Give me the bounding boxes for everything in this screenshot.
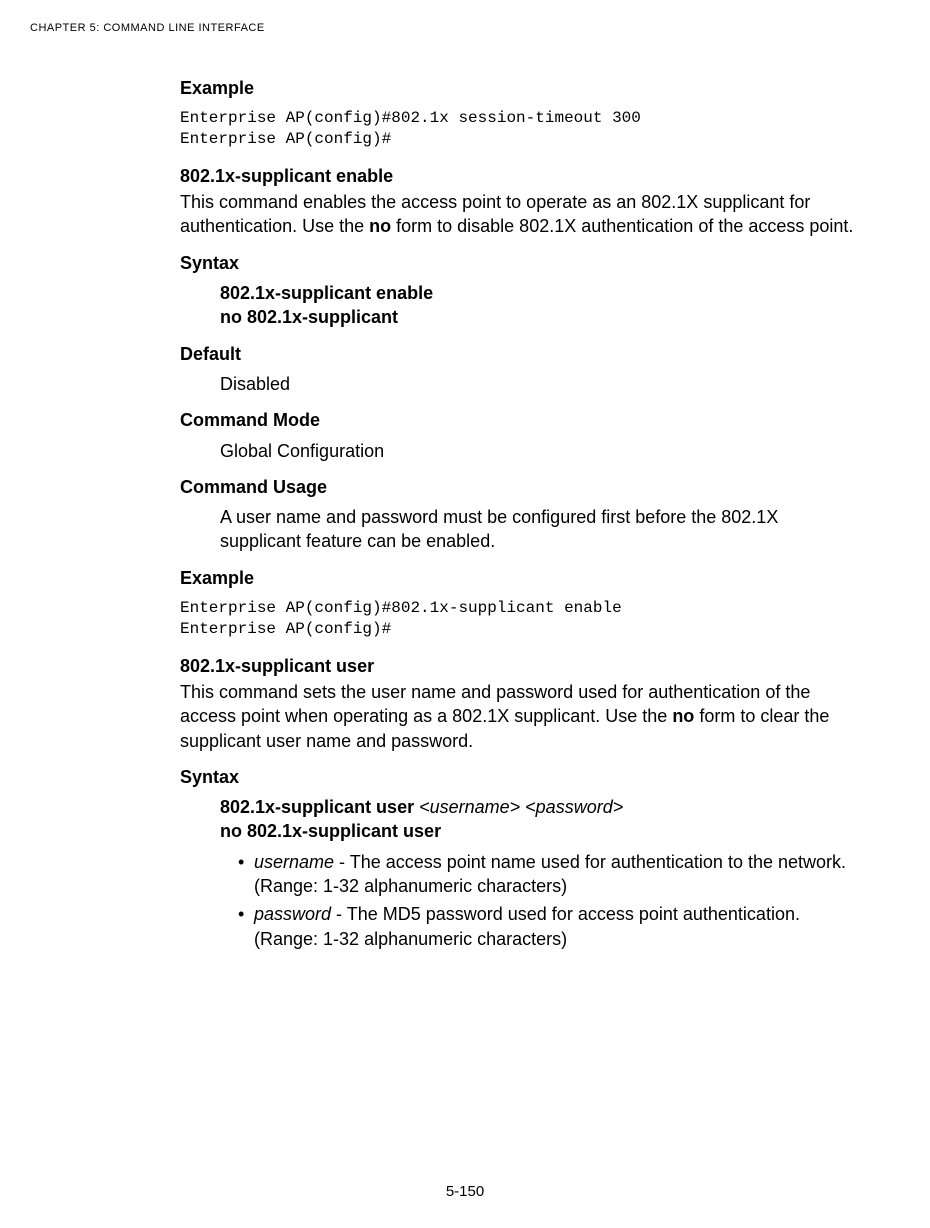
page-content: Example Enterprise AP(config)#802.1x ses…	[0, 34, 930, 951]
parameter-password: password - The MD5 password used for acc…	[238, 902, 855, 951]
parameter-username: username - The access point name used fo…	[238, 850, 855, 899]
syntax-heading-1: Syntax	[180, 251, 855, 275]
command-mode-heading: Command Mode	[180, 408, 855, 432]
param-desc-username: - The access point name used for authent…	[254, 852, 846, 896]
desc-post-1: form to disable 802.1X authentication of…	[391, 216, 853, 236]
syntax-heading-2: Syntax	[180, 765, 855, 789]
example-heading-1: Example	[180, 76, 855, 100]
page-footer: 5-150	[0, 1183, 930, 1200]
param-desc-password: - The MD5 password used for access point…	[254, 904, 800, 948]
syntax-line-1b: no 802.1x-supplicant	[220, 305, 855, 329]
code-block-2: Enterprise AP(config)#802.1x-supplicant …	[180, 598, 855, 640]
chapter-header: CHAPTER 5: COMMAND LINE INTERFACE	[0, 0, 930, 34]
command-usage-heading: Command Usage	[180, 475, 855, 499]
param-name-password: password	[254, 904, 331, 924]
syntax-block-1: 802.1x-supplicant enable no 802.1x-suppl…	[180, 281, 855, 330]
desc-bold-1: no	[369, 216, 391, 236]
command-title-supplicant-user: 802.1x-supplicant user	[180, 654, 855, 678]
syntax-italic-part: <username> <password>	[419, 797, 623, 817]
command-description-1: This command enables the access point to…	[180, 190, 855, 239]
param-name-username: username	[254, 852, 334, 872]
command-description-2: This command sets the user name and pass…	[180, 680, 855, 753]
default-heading: Default	[180, 342, 855, 366]
syntax-block-2: 802.1x-supplicant user <username> <passw…	[180, 795, 855, 844]
desc-bold-2: no	[672, 706, 694, 726]
example-heading-2: Example	[180, 566, 855, 590]
syntax-bold-part: 802.1x-supplicant user	[220, 797, 419, 817]
syntax-line-1a: 802.1x-supplicant enable	[220, 281, 855, 305]
command-title-supplicant-enable: 802.1x-supplicant enable	[180, 164, 855, 188]
code-block-1: Enterprise AP(config)#802.1x session-tim…	[180, 108, 855, 150]
syntax-line-2a: 802.1x-supplicant user <username> <passw…	[220, 795, 855, 819]
default-value: Disabled	[180, 372, 855, 396]
syntax-line-2b: no 802.1x-supplicant user	[220, 819, 855, 843]
parameter-list: username - The access point name used fo…	[180, 850, 855, 951]
command-mode-value: Global Configuration	[180, 439, 855, 463]
command-usage-text: A user name and password must be configu…	[180, 505, 855, 554]
